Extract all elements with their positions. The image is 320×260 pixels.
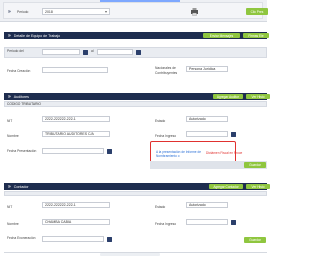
contador-subheader xyxy=(4,191,267,196)
send-messages-button[interactable]: Enviar Mensajes xyxy=(203,33,240,38)
auditor-status-field: Autorizado xyxy=(186,116,228,122)
contador-nit-field: 2222-222222-222-1 xyxy=(42,202,110,208)
contador-status-label: Estado xyxy=(155,205,166,209)
auditor-presentation-link[interactable]: A la presentación de Informe de Nombrami… xyxy=(156,150,201,158)
print-icon[interactable] xyxy=(190,7,199,16)
auditor-date-input[interactable] xyxy=(42,148,104,154)
period-select[interactable]: 2018 ▾ xyxy=(42,8,110,15)
period-label: Periodo xyxy=(17,10,29,14)
contador-section-title: Contador xyxy=(13,184,29,189)
taxpayer-type-value: Persona Jurídica xyxy=(189,67,216,71)
calendar-icon[interactable] xyxy=(136,49,141,55)
contador-history-button[interactable]: Ver Histo xyxy=(246,184,270,189)
period-from-input[interactable] xyxy=(42,49,80,55)
contador-save-button[interactable]: Guardar xyxy=(244,237,266,243)
auditor-date-in-input[interactable] xyxy=(186,131,228,137)
chevron-down-icon: ▾ xyxy=(104,9,107,14)
auditor-nit-label: NIT xyxy=(7,119,13,123)
auditor-nit-field: 2222-222222-222-1 xyxy=(42,116,110,122)
contador-date-in-input[interactable] xyxy=(186,219,228,225)
period-to-label: al xyxy=(91,49,94,53)
contador-date-label: Fecha Exoneración xyxy=(7,236,36,240)
auditor-status-label: Estado xyxy=(155,119,166,123)
auditor-warning-text: Dictámen Fiscal en Proce xyxy=(206,151,243,155)
auditor-date-label: Fecha Presentación xyxy=(7,149,37,153)
creation-date-label: Fecha Creación xyxy=(7,69,31,73)
auditor-name-value: TRIBUTARIO AUDITORES C/A xyxy=(45,132,94,136)
contador-date-in-label: Fecha Ingreso xyxy=(155,222,177,226)
auditor-save-button[interactable]: Guardar xyxy=(244,162,266,168)
contador-name-field: CHAMBA CABIA xyxy=(42,219,110,225)
auditor-subheader xyxy=(4,101,267,107)
calendar-icon[interactable] xyxy=(107,148,112,154)
double-chevron-icon: » xyxy=(8,183,11,190)
signatures-button[interactable]: Firmas Ele xyxy=(243,33,269,38)
auditor-name-field: TRIBUTARIO AUDITORES C/A xyxy=(42,131,110,137)
calendar-icon[interactable] xyxy=(83,49,88,55)
auditor-section-title: Auditores xyxy=(13,94,29,99)
taxpayers-label: Nacionales de Contribuyentes xyxy=(155,66,178,75)
contador-name-value: CHAMBA CABIA xyxy=(45,220,72,224)
calendar-icon[interactable] xyxy=(231,219,236,225)
contador-status-value: Autorizado xyxy=(189,203,206,207)
calendar-icon[interactable] xyxy=(231,131,236,137)
contador-nit-label: NIT xyxy=(7,205,13,209)
taxpayer-type-field: Persona Jurídica xyxy=(186,66,228,72)
team-section-title: Detalle de Equipo de Trabajo xyxy=(13,33,61,38)
auditor-date-in-label: Fecha Ingreso xyxy=(155,134,177,138)
period-row: » Periodo 2018 ▾ Clic Pres xyxy=(0,0,268,22)
creation-date-input[interactable] xyxy=(42,67,108,73)
calendar-icon[interactable] xyxy=(107,236,112,242)
period-from-label: Periodo del xyxy=(7,49,24,53)
contador-status-field: Autorizado xyxy=(186,202,228,208)
auditor-nit-value: 2222-222222-222-1 xyxy=(45,117,76,121)
auditor-status-value: Autorizado xyxy=(189,117,206,121)
bottom-scroll-indicator[interactable] xyxy=(100,253,160,256)
add-contador-button[interactable]: Agregar Contador xyxy=(209,184,243,189)
contador-date-input[interactable] xyxy=(42,236,104,242)
contador-name-label: Nombre xyxy=(7,222,19,226)
auditor-code-label: CODIGO TRIBUTARIO xyxy=(7,102,41,106)
contador-nit-value: 2222-222222-222-1 xyxy=(45,203,76,207)
period-to-input[interactable] xyxy=(97,49,133,55)
double-chevron-icon: » xyxy=(8,32,11,39)
auditor-name-label: Nombre xyxy=(7,134,19,138)
add-auditor-button[interactable]: Agregar Auditor xyxy=(213,94,243,99)
top-accent-line xyxy=(100,0,180,2)
period-value: 2018 xyxy=(45,9,53,14)
top-action-button[interactable]: Clic Pres xyxy=(246,8,268,15)
period-icon: » xyxy=(8,9,11,15)
auditor-history-button[interactable]: Ver Histo xyxy=(246,94,270,99)
double-chevron-icon: » xyxy=(8,93,11,100)
